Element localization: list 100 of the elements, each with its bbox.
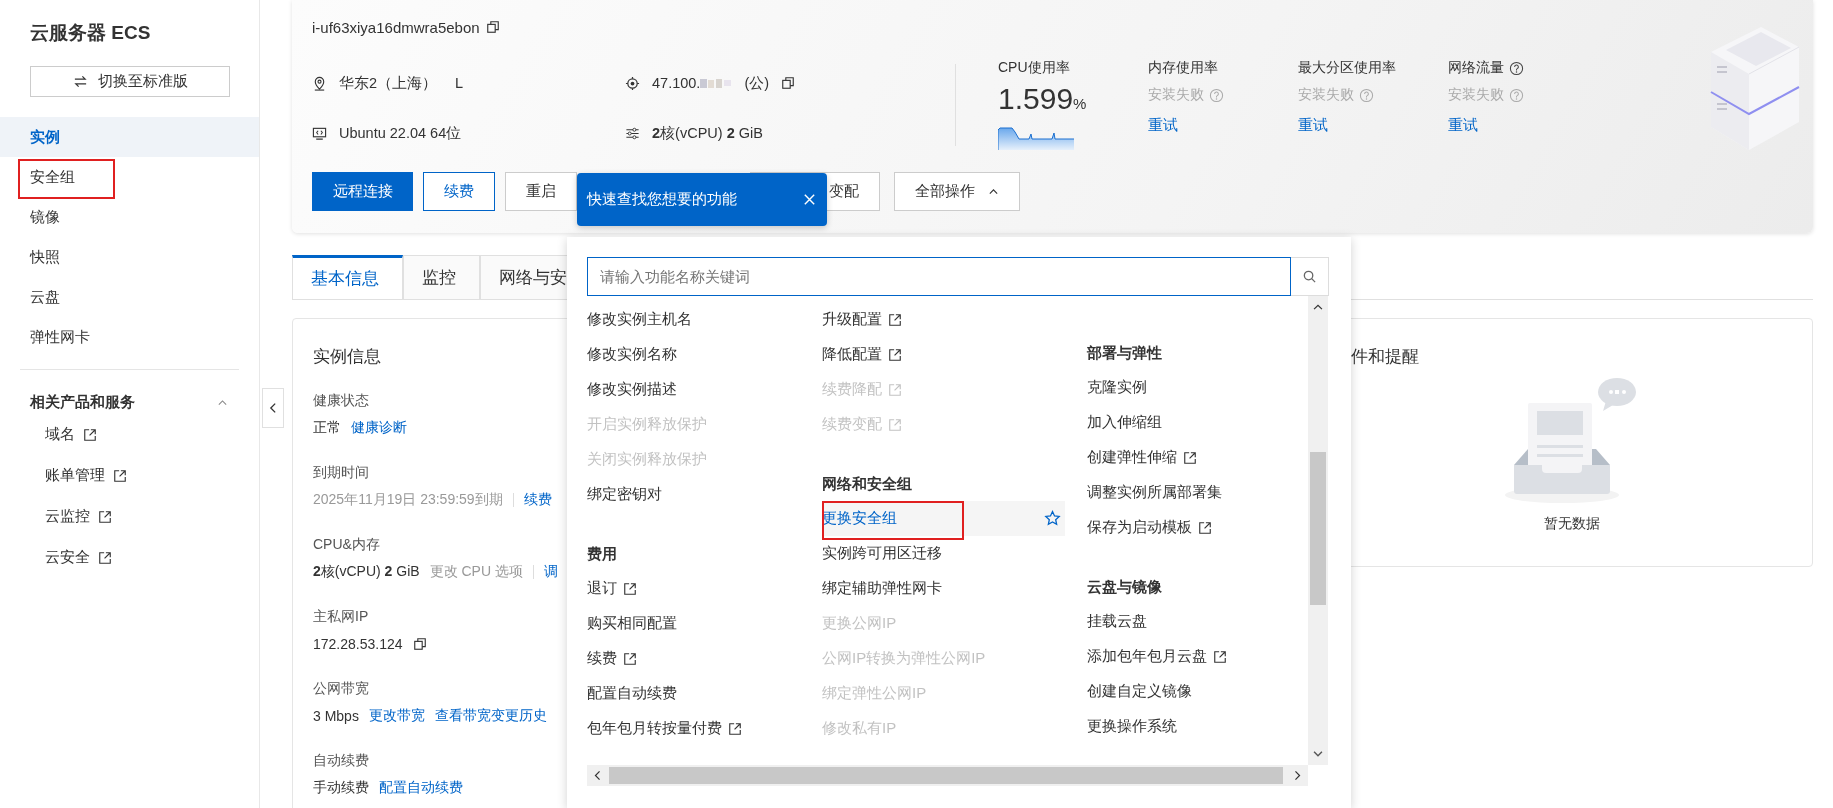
external-link-icon xyxy=(1198,520,1212,535)
link[interactable]: 调 xyxy=(543,563,558,581)
scrollbar[interactable] xyxy=(587,765,1308,786)
sidebar-link[interactable]: 云监控 xyxy=(45,507,90,526)
copy-icon[interactable] xyxy=(781,76,796,90)
menu-item[interactable]: 购买相同配置 xyxy=(587,606,685,641)
field-label: 主私网IP xyxy=(313,607,369,626)
collapse-handle[interactable] xyxy=(262,388,284,428)
link[interactable]: 更改带宽 xyxy=(368,707,425,725)
sidebar-item[interactable]: 云盘 xyxy=(0,277,259,317)
menu-item[interactable]: 克隆实例 xyxy=(1087,370,1155,405)
menu-item[interactable]: 挂载云盘 xyxy=(1087,604,1155,639)
all-actions-dropdown[interactable]: 全部操作 xyxy=(894,172,1020,211)
link[interactable]: 健康诊断 xyxy=(351,419,407,437)
menu-item[interactable]: 修改实例名称 xyxy=(587,337,685,372)
zone-text: L xyxy=(455,75,464,91)
external-link-icon xyxy=(888,312,902,327)
field-label: 健康状态 xyxy=(313,391,369,410)
scroll-thumb[interactable] xyxy=(609,767,1283,784)
menu-item[interactable]: 退订 xyxy=(587,571,645,606)
region-text: 华东2（上海） xyxy=(339,73,438,93)
external-link-icon xyxy=(888,417,902,432)
menu-item[interactable]: 添加包年包月云盘 xyxy=(1087,639,1235,674)
action-button[interactable]: 重启 xyxy=(505,172,577,211)
switch-version-button[interactable]: 切换至标准版 xyxy=(30,66,230,97)
tab[interactable]: 基本信息 xyxy=(292,255,403,299)
retry-link[interactable]: 重试 xyxy=(1298,116,1328,135)
menu-item[interactable]: 保存为启动模板 xyxy=(1087,510,1220,545)
menu-item[interactable]: 创建自定义镜像 xyxy=(1087,674,1200,709)
field-value: 3 Mbps xyxy=(313,708,359,724)
scroll-thumb[interactable] xyxy=(1310,452,1326,605)
instance-id: i-uf63xiya16dmwra5ebon xyxy=(312,18,480,36)
external-link-icon xyxy=(623,651,637,666)
sidebar-link[interactable]: 云安全 xyxy=(45,548,90,567)
external-link-icon xyxy=(888,347,902,362)
external-link-icon xyxy=(98,550,112,565)
field-value: 2核(vCPU) 2 GiB xyxy=(313,563,420,581)
monitor-icon xyxy=(312,125,327,141)
field-label: 到期时间 xyxy=(313,463,369,482)
group-heading: 费用 xyxy=(587,544,617,564)
field-label: 自动续费 xyxy=(313,751,369,770)
field-note: 2025年11月19日 23:59:59到期 xyxy=(313,491,503,509)
group-heading: 部署与弹性 xyxy=(1087,343,1162,363)
menu-item[interactable]: 加入伸缩组 xyxy=(1087,405,1170,440)
menu-item[interactable]: 调整实例所属部署集 xyxy=(1087,475,1230,510)
metric-label: 网络流量 xyxy=(1448,59,1504,77)
tooltip-text: 快速查找您想要的功能 xyxy=(587,190,737,209)
copy-icon[interactable] xyxy=(412,637,427,651)
field-label: 公网带宽 xyxy=(313,679,369,698)
metric-unit: % xyxy=(1073,95,1087,112)
field-note: 更改 CPU 选项 xyxy=(429,563,523,581)
sidebar-link[interactable]: 域名 xyxy=(45,425,75,444)
external-link-icon xyxy=(623,581,637,596)
sidebar-link[interactable]: 账单管理 xyxy=(45,466,105,485)
menu-item[interactable]: 降低配置 xyxy=(822,337,910,372)
copy-icon[interactable] xyxy=(485,20,500,34)
group-heading: 网络和安全组 xyxy=(822,474,912,494)
star-icon[interactable] xyxy=(1044,510,1061,527)
menu-item[interactable]: 创建弹性伸缩 xyxy=(1087,440,1205,475)
menu-item[interactable]: 升级配置 xyxy=(822,302,910,337)
link[interactable]: 续费 xyxy=(523,491,552,509)
sidebar-item[interactable]: 安全组 xyxy=(0,157,259,197)
sidebar-item[interactable]: 弹性网卡 xyxy=(0,317,259,357)
sidebar-item[interactable]: 镜像 xyxy=(0,197,259,237)
external-link-icon xyxy=(1183,450,1197,465)
menu-item[interactable]: 配置自动续费 xyxy=(587,676,685,711)
action-button[interactable]: 续费 xyxy=(423,172,495,211)
menu-item[interactable]: 包年包月转按量付费 xyxy=(587,711,750,746)
link[interactable]: 查看带宽变更历史 xyxy=(434,707,547,725)
metric-label: 内存使用率 xyxy=(1148,59,1218,77)
menu-item[interactable]: 更换操作系统 xyxy=(1087,709,1185,744)
menu-item[interactable]: 实例跨可用区迁移 xyxy=(822,536,950,571)
menu-item[interactable]: 修改实例描述 xyxy=(587,372,685,407)
menu-item[interactable]: 绑定密钥对 xyxy=(587,477,670,512)
retry-link[interactable]: 重试 xyxy=(1148,116,1178,135)
field-value: 172.28.53.124 xyxy=(313,636,403,652)
card-title: 实例信息 xyxy=(313,346,381,368)
ip-address: 47.100. xyxy=(652,75,701,91)
sidebar-item[interactable]: 实例 xyxy=(0,117,259,157)
action-button[interactable]: 远程连接 xyxy=(312,172,413,211)
os-text: Ubuntu 22.04 64位 xyxy=(339,123,462,143)
field-value: 正常 xyxy=(313,419,341,437)
ip-type: (公) xyxy=(744,73,770,93)
close-icon[interactable] xyxy=(802,192,817,207)
metric-status: 安装失败 xyxy=(1148,86,1204,104)
sidebar-item[interactable]: 快照 xyxy=(0,237,259,277)
menu-item[interactable]: 修改实例主机名 xyxy=(587,302,700,337)
menu-item[interactable]: 续费 xyxy=(587,641,645,676)
link[interactable]: 配置自动续费 xyxy=(379,779,463,797)
tab[interactable]: 监控 xyxy=(403,255,480,299)
menu-item[interactable]: 绑定辅助弹性网卡 xyxy=(822,571,950,606)
external-link-icon xyxy=(728,721,742,736)
metric-status: 安装失败 xyxy=(1298,86,1354,104)
retry-link[interactable]: 重试 xyxy=(1448,116,1478,135)
search-field[interactable]: 请输入功能名称关键词 xyxy=(587,257,1291,296)
metric-label: CPU使用率 xyxy=(998,59,1070,77)
empty-state-text: 暂无数据 xyxy=(1543,515,1600,533)
scrollbar[interactable] xyxy=(1308,296,1328,765)
help-icon[interactable] xyxy=(1509,60,1524,76)
swap-icon xyxy=(72,74,88,89)
